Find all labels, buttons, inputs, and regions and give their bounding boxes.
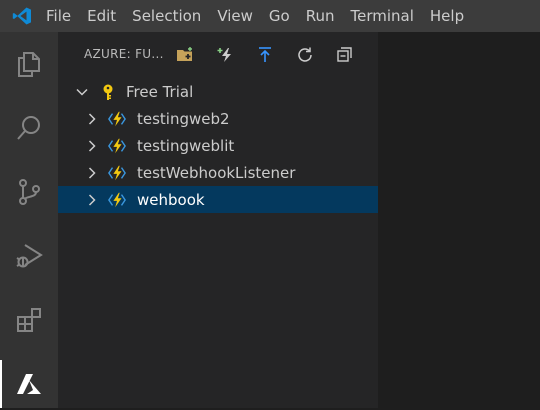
menu-selection[interactable]: Selection [124,0,209,32]
refresh-button[interactable] [294,44,316,66]
function-app-label: wehbook [137,190,205,209]
function-app-row[interactable]: testingweb2 [58,105,378,132]
source-control-icon [19,179,40,205]
function-app-label: testingweb2 [137,109,230,128]
function-app-row[interactable]: testWebhookListener [58,159,378,186]
activity-extensions[interactable] [0,294,58,346]
refresh-icon [298,47,312,62]
menu-file[interactable]: File [38,0,79,32]
function-app-icon [108,164,126,182]
function-app-icon [108,137,126,155]
search-icon [17,116,40,140]
editor-area[interactable] [378,32,540,408]
activity-azure[interactable] [0,358,58,410]
deploy-icon [259,47,271,62]
menu-help[interactable]: Help [422,0,472,32]
collapse-all-icon [337,47,352,62]
files-icon [18,52,40,77]
vscode-logo-icon [12,6,32,26]
menu-terminal[interactable]: Terminal [343,0,422,32]
new-project-icon [177,47,192,61]
activity-run-debug[interactable] [0,230,58,282]
new-project-button[interactable] [174,44,196,66]
function-app-row[interactable]: testingweblit [58,132,378,159]
activity-source-control[interactable] [0,166,58,218]
collapse-all-button[interactable] [334,44,356,66]
subscription-row[interactable]: Free Trial [58,78,378,105]
azure-functions-panel: AZURE: FU... Free Trial testingweb2 test… [58,32,378,408]
menu-run[interactable]: Run [298,0,343,32]
chevron-right-icon [85,166,99,180]
chevron-right-icon [85,139,99,153]
subscription-label: Free Trial [126,82,194,101]
run-debug-icon [16,244,43,268]
function-app-label: testWebhookListener [137,163,296,182]
deploy-button[interactable] [254,44,276,66]
create-function-icon [217,48,231,62]
chevron-right-icon [85,193,99,207]
function-app-icon [108,110,126,128]
activity-explorer[interactable] [0,38,58,90]
extensions-icon [17,308,41,332]
menu-go[interactable]: Go [261,0,298,32]
panel-title: AZURE: FU... [84,47,164,61]
menu-view[interactable]: View [209,0,261,32]
menu-bar: File Edit Selection View Go Run Terminal… [0,0,540,32]
function-app-row-selected[interactable]: wehbook [58,186,378,213]
azure-icon [17,374,41,394]
function-app-label: testingweblit [137,136,235,155]
chevron-down-icon [75,85,89,99]
chevron-right-icon [85,112,99,126]
create-function-button[interactable] [215,44,237,66]
menu-edit[interactable]: Edit [79,0,124,32]
key-icon [99,83,117,101]
activity-bar [0,32,58,408]
panel-header: AZURE: FU... [58,32,378,78]
activity-search[interactable] [0,102,58,154]
function-app-icon [108,191,126,209]
